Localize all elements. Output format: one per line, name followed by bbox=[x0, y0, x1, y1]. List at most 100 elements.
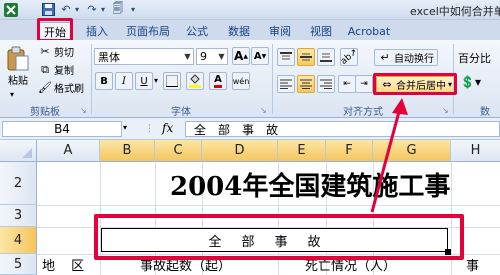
grow-font-button[interactable]: A ▲ bbox=[232, 47, 250, 65]
cell-highlight-box bbox=[94, 214, 464, 260]
cell-a5[interactable]: 地 区 bbox=[42, 255, 90, 274]
column-header-g[interactable]: G bbox=[373, 140, 451, 162]
cut-label: 剪切 bbox=[54, 48, 74, 59]
font-color-glyph: A bbox=[214, 74, 222, 88]
number-group-label: 数 bbox=[480, 107, 490, 118]
grow-font-glyph: A bbox=[234, 49, 244, 63]
insert-function-button[interactable]: fx bbox=[162, 121, 173, 135]
copy-icon: ⧉ bbox=[41, 62, 49, 76]
tab-insert[interactable]: 插入 bbox=[80, 22, 114, 40]
align-right-icon bbox=[320, 79, 332, 89]
format-painter-label: 格式刷 bbox=[54, 84, 84, 95]
cell-h5[interactable]: 事 bbox=[466, 255, 479, 274]
print-preview-icon[interactable]: 🗐 bbox=[110, 2, 126, 17]
fill-color-button[interactable] bbox=[186, 72, 204, 90]
row-header-2[interactable]: 2 bbox=[0, 162, 37, 205]
wrap-text-icon: ↵ bbox=[380, 51, 390, 64]
decrease-indent-button[interactable]: ⇤ bbox=[338, 75, 356, 93]
tab-view[interactable]: 视图 bbox=[304, 22, 338, 40]
formula-input[interactable]: 全部事故 bbox=[185, 121, 500, 137]
paintbrush-icon: 🖌 bbox=[38, 81, 52, 94]
alignment-group-label: 对齐方式 bbox=[343, 107, 383, 118]
font-size-combo[interactable]: 9 ▼ bbox=[196, 48, 228, 65]
column-header-a[interactable]: A bbox=[37, 140, 100, 162]
font-group-label: 字体 bbox=[171, 107, 191, 118]
percent-style-icon[interactable]: 💲▾ bbox=[460, 75, 481, 89]
paste-label: 粘贴 bbox=[8, 76, 28, 87]
font-size-value: 9 bbox=[200, 50, 207, 63]
middle-align-button[interactable] bbox=[297, 48, 315, 66]
wrap-text-button[interactable]: ↵ 自动换行 bbox=[374, 49, 438, 66]
row-header-5[interactable]: 5 bbox=[0, 254, 37, 275]
formula-bar-handle-icon: ⋮ bbox=[145, 124, 154, 134]
tab-formulas[interactable]: 公式 bbox=[180, 22, 214, 40]
column-header-b[interactable]: B bbox=[100, 140, 155, 162]
align-center-icon bbox=[300, 79, 312, 89]
column-header-e[interactable]: E bbox=[278, 140, 326, 162]
align-right-button[interactable] bbox=[317, 75, 335, 93]
customize-icon[interactable]: ▾ bbox=[128, 2, 138, 17]
column-header-f[interactable]: F bbox=[326, 140, 373, 162]
alignment-launcher-icon[interactable]: ↘ bbox=[442, 106, 449, 115]
window-title: excel中如何合并单元 bbox=[410, 5, 500, 18]
decrease-indent-icon: ⇤ bbox=[343, 79, 351, 89]
copy-label: 复制 bbox=[54, 66, 74, 77]
font-launcher-icon[interactable]: ↘ bbox=[260, 106, 267, 115]
name-box[interactable]: B4 bbox=[2, 121, 122, 137]
row-header-3[interactable]: 3 bbox=[0, 205, 37, 227]
tab-page-layout[interactable]: 页面布局 bbox=[122, 22, 174, 40]
bottom-align-icon bbox=[320, 53, 332, 62]
wrap-text-label: 自动换行 bbox=[394, 54, 434, 65]
paste-dropdown-icon[interactable]: ▾ bbox=[10, 90, 14, 99]
bold-button[interactable]: B bbox=[95, 72, 113, 90]
title-bar: ↶ ▾ ↷ ▾ 🗐 ▾ excel中如何合并单元 bbox=[0, 0, 500, 20]
italic-button[interactable]: I bbox=[115, 72, 133, 90]
top-align-button[interactable] bbox=[277, 48, 295, 66]
align-center-button[interactable] bbox=[297, 75, 315, 93]
phonetic-glyph: wén bbox=[232, 76, 250, 86]
chevron-down-icon: ▼ bbox=[184, 52, 191, 61]
shrink-font-button[interactable]: A ▼ bbox=[251, 47, 269, 65]
bottom-align-button[interactable] bbox=[317, 48, 335, 66]
tab-data[interactable]: 数据 bbox=[222, 22, 256, 40]
top-align-icon bbox=[280, 52, 292, 60]
select-all-button[interactable] bbox=[0, 140, 37, 162]
copy-button[interactable]: ⧉ 复制 bbox=[38, 62, 74, 78]
increase-indent-icon: ⇥ bbox=[360, 79, 368, 89]
underline-dropdown-icon[interactable]: ▾ bbox=[154, 76, 158, 85]
font-family-value: 黑体 bbox=[98, 50, 120, 64]
borders-button[interactable] bbox=[163, 72, 181, 90]
paste-icon bbox=[7, 46, 29, 71]
undo-dropdown-icon[interactable]: ▾ bbox=[72, 2, 82, 17]
excel-logo-icon[interactable] bbox=[3, 2, 19, 17]
font-color-button[interactable]: A bbox=[209, 72, 227, 90]
cut-button[interactable]: ✂ 剪切 bbox=[38, 44, 74, 59]
merge-button-highlight-box bbox=[373, 73, 457, 95]
row-header-4[interactable]: 4 bbox=[0, 227, 37, 254]
format-painter-button[interactable]: 🖌 格式刷 bbox=[38, 80, 84, 95]
column-header-h[interactable]: H bbox=[451, 140, 500, 162]
increase-indent-button[interactable]: ⇥ bbox=[355, 75, 373, 93]
middle-align-icon bbox=[300, 53, 312, 61]
tab-acrobat[interactable]: Acrobat bbox=[343, 22, 395, 40]
phonetic-button[interactable]: wén bbox=[232, 72, 250, 90]
fill-bucket-icon bbox=[189, 74, 201, 88]
column-header-d[interactable]: D bbox=[202, 140, 278, 162]
clipboard-group-label: 剪贴板 bbox=[30, 107, 60, 118]
sheet-title-cell[interactable]: 2004年全国建筑施工事 bbox=[170, 163, 500, 205]
tab-highlight-box bbox=[37, 18, 73, 42]
ribbon-tabs: 开始 插入 页面布局 公式 数据 审阅 视图 Acrobat bbox=[0, 20, 500, 40]
column-header-c[interactable]: C bbox=[155, 140, 202, 162]
paste-button[interactable]: 粘贴 bbox=[4, 46, 32, 92]
redo-dropdown-icon[interactable]: ▾ bbox=[98, 2, 108, 17]
underline-button[interactable]: U bbox=[135, 72, 153, 90]
number-format-combo[interactable]: 百分比 bbox=[458, 50, 491, 66]
orientation-button[interactable]: ab↗ bbox=[339, 47, 360, 67]
align-left-button[interactable] bbox=[277, 75, 295, 93]
font-family-combo[interactable]: 黑体 ▼ bbox=[94, 48, 194, 65]
save-icon[interactable] bbox=[40, 2, 56, 17]
clipboard-launcher-icon[interactable]: ↘ bbox=[80, 106, 87, 115]
name-box-dropdown-icon[interactable]: ▾ bbox=[123, 123, 127, 132]
tab-review[interactable]: 审阅 bbox=[263, 22, 297, 40]
formula-bar: B4 ▾ ⋮ fx 全部事故 bbox=[0, 118, 500, 140]
